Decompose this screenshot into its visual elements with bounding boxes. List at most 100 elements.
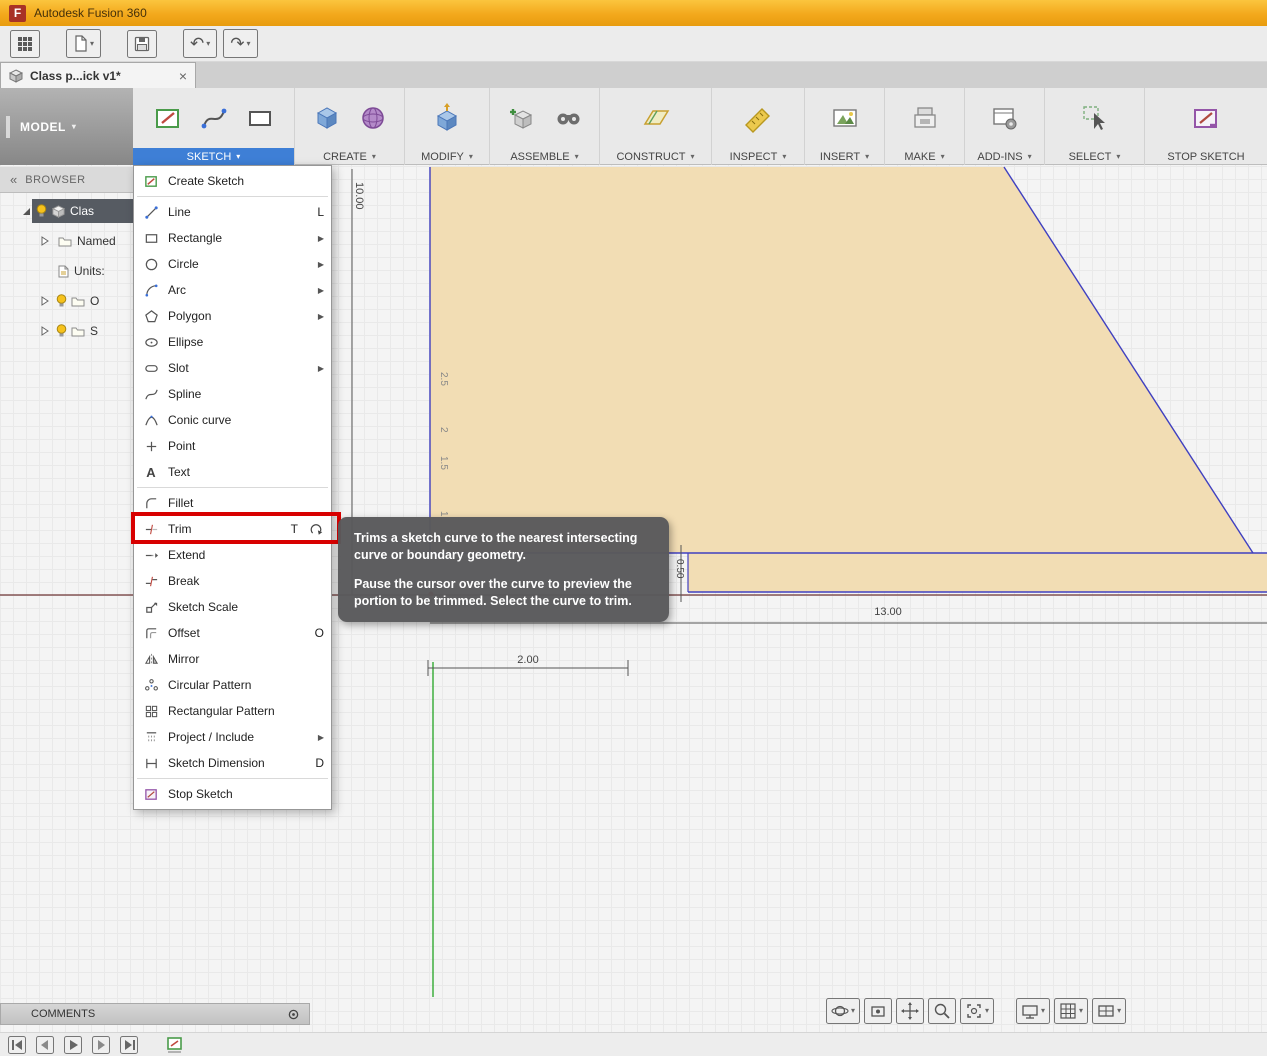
menu-item-circle[interactable]: Circle ▶ [134, 251, 331, 277]
menu-item-point[interactable]: Point [134, 433, 331, 459]
insert-menu-dropdown[interactable]: INSERT▾ [805, 148, 884, 165]
sketch-spline-tool-button[interactable] [199, 103, 229, 133]
browser-sketches-row[interactable]: S [0, 318, 98, 344]
menu-item-stop-sketch[interactable]: Stop Sketch [134, 781, 331, 807]
group-label: STOP SKETCH [1167, 151, 1244, 163]
menu-item-text[interactable]: A Text [134, 459, 331, 485]
expander-collapsed-icon[interactable] [38, 296, 50, 306]
browser-header[interactable]: « BROWSER [0, 167, 133, 193]
create-sketch-tool-button[interactable] [153, 103, 183, 133]
browser-root-row[interactable]: Clas [0, 198, 133, 224]
menu-item-project-include[interactable]: Project / Include ▶ [134, 724, 331, 750]
menu-item-break[interactable]: Break [134, 568, 331, 594]
timeline-play-button[interactable] [64, 1036, 82, 1054]
measure-tool-button[interactable] [743, 103, 773, 133]
expander-collapsed-icon[interactable] [38, 236, 50, 246]
workspace-selector[interactable]: MODEL▾ [0, 88, 133, 165]
close-tab-icon[interactable]: × [179, 69, 187, 83]
menu-item-rectangular-pattern[interactable]: Rectangular Pattern [134, 698, 331, 724]
menu-item-fillet[interactable]: Fillet [134, 490, 331, 516]
modify-menu-dropdown[interactable]: MODIFY▾ [405, 148, 489, 165]
expander-collapsed-icon[interactable] [38, 326, 50, 336]
stop-sketch-button[interactable] [1191, 103, 1221, 133]
menu-item-trim[interactable]: Trim T [134, 516, 331, 542]
dim-text-bottom[interactable]: 2.00 [517, 654, 538, 666]
dim-text-height[interactable]: 10.00 [353, 182, 365, 210]
dim-text-width[interactable]: 13.00 [874, 606, 902, 618]
new-component-tool-button[interactable] [507, 103, 537, 133]
create-menu-dropdown[interactable]: CREATE▾ [295, 148, 404, 165]
menu-item-sketch-scale[interactable]: Sketch Scale [134, 594, 331, 620]
collapse-panel-icon[interactable]: « [10, 172, 17, 187]
display-settings-button[interactable]: ▾ [1016, 998, 1050, 1024]
comments-bar[interactable]: COMMENTS [0, 1003, 310, 1025]
create-solid-tool-button[interactable] [312, 103, 342, 133]
menu-item-offset[interactable]: Offset O [134, 620, 331, 646]
orbit-button[interactable]: ▾ [826, 998, 860, 1024]
make-menu-dropdown[interactable]: MAKE▾ [885, 148, 964, 165]
selected-document-node[interactable]: Clas [32, 199, 133, 223]
select-menu-dropdown[interactable]: SELECT▾ [1045, 148, 1144, 165]
document-tab[interactable]: Class p...ick v1* × [0, 62, 196, 88]
pan-button[interactable] [896, 998, 924, 1024]
lightbulb-icon[interactable] [56, 324, 67, 338]
timeline-go-to-end-button[interactable] [120, 1036, 138, 1054]
toolbar-grip-handle[interactable] [6, 116, 10, 138]
menu-item-polygon[interactable]: Polygon ▶ [134, 303, 331, 329]
construct-plane-tool-button[interactable] [641, 103, 671, 133]
menu-item-mirror[interactable]: Mirror [134, 646, 331, 672]
inspect-menu-dropdown[interactable]: INSPECT▾ [712, 148, 804, 165]
box-icon [312, 103, 342, 133]
construct-menu-dropdown[interactable]: CONSTRUCT▾ [600, 148, 711, 165]
expander-expanded-icon[interactable] [20, 206, 32, 216]
menu-item-conic-curve[interactable]: Conic curve [134, 407, 331, 433]
comments-marker-icon[interactable] [288, 1009, 299, 1020]
menu-item-extend[interactable]: Extend [134, 542, 331, 568]
timeline-step-back-button[interactable] [36, 1036, 54, 1054]
save-button[interactable] [127, 30, 157, 58]
joint-tool-button[interactable] [553, 103, 583, 133]
create-form-tool-button[interactable] [358, 103, 388, 133]
chevron-down-icon: ▾ [206, 40, 210, 48]
zoom-button[interactable] [928, 998, 956, 1024]
fit-button[interactable]: ▾ [960, 998, 994, 1024]
sketch-fill-strip[interactable] [688, 553, 1267, 592]
press-pull-tool-button[interactable] [432, 103, 462, 133]
select-tool-button[interactable] [1080, 103, 1110, 133]
app-grid-button[interactable] [10, 30, 40, 58]
timeline-go-to-start-button[interactable] [8, 1036, 26, 1054]
menu-item-rectangle[interactable]: Rectangle ▶ [134, 225, 331, 251]
menu-item-slot[interactable]: Slot ▶ [134, 355, 331, 381]
display-settings-icon [1021, 1002, 1039, 1020]
lightbulb-icon[interactable] [56, 294, 67, 308]
browser-units-row[interactable]: Units: [0, 258, 105, 284]
menu-item-spline[interactable]: Spline [134, 381, 331, 407]
sketch-fill-region[interactable] [430, 167, 1253, 553]
menu-item-create-sketch[interactable]: Create Sketch [134, 168, 331, 194]
sketch-rectangle-tool-button[interactable] [245, 103, 275, 133]
menu-item-line[interactable]: Line L [134, 199, 331, 225]
menu-item-arc[interactable]: Arc ▶ [134, 277, 331, 303]
lightbulb-icon[interactable] [36, 204, 47, 218]
viewports-button[interactable]: ▾ [1092, 998, 1126, 1024]
dim-text-strip[interactable]: 0.50 [674, 559, 685, 579]
file-menu-button[interactable]: ▾ [66, 29, 101, 58]
assemble-menu-dropdown[interactable]: ASSEMBLE▾ [490, 148, 599, 165]
look-at-button[interactable] [864, 998, 892, 1024]
scripts-addins-tool-button[interactable] [990, 103, 1020, 133]
menu-item-circular-pattern[interactable]: Circular Pattern [134, 672, 331, 698]
insert-image-tool-button[interactable] [830, 103, 860, 133]
grid-snaps-button[interactable]: ▾ [1054, 998, 1088, 1024]
chevron-down-icon: ▾ [1041, 1007, 1045, 1015]
addins-menu-dropdown[interactable]: ADD-INS▾ [965, 148, 1044, 165]
browser-named-views-row[interactable]: Named [0, 228, 116, 254]
browser-origin-row[interactable]: O [0, 288, 99, 314]
timeline-sketch-feature-marker[interactable] [166, 1036, 184, 1054]
timeline-step-forward-button[interactable] [92, 1036, 110, 1054]
menu-item-sketch-dimension[interactable]: Sketch Dimension D [134, 750, 331, 776]
menu-item-ellipse[interactable]: Ellipse [134, 329, 331, 355]
sketch-menu-dropdown[interactable]: SKETCH▾ [133, 148, 294, 165]
undo-button[interactable]: ↶ ▾ [183, 29, 217, 58]
redo-button[interactable]: ↷ ▾ [223, 29, 257, 58]
3d-print-tool-button[interactable] [910, 103, 940, 133]
